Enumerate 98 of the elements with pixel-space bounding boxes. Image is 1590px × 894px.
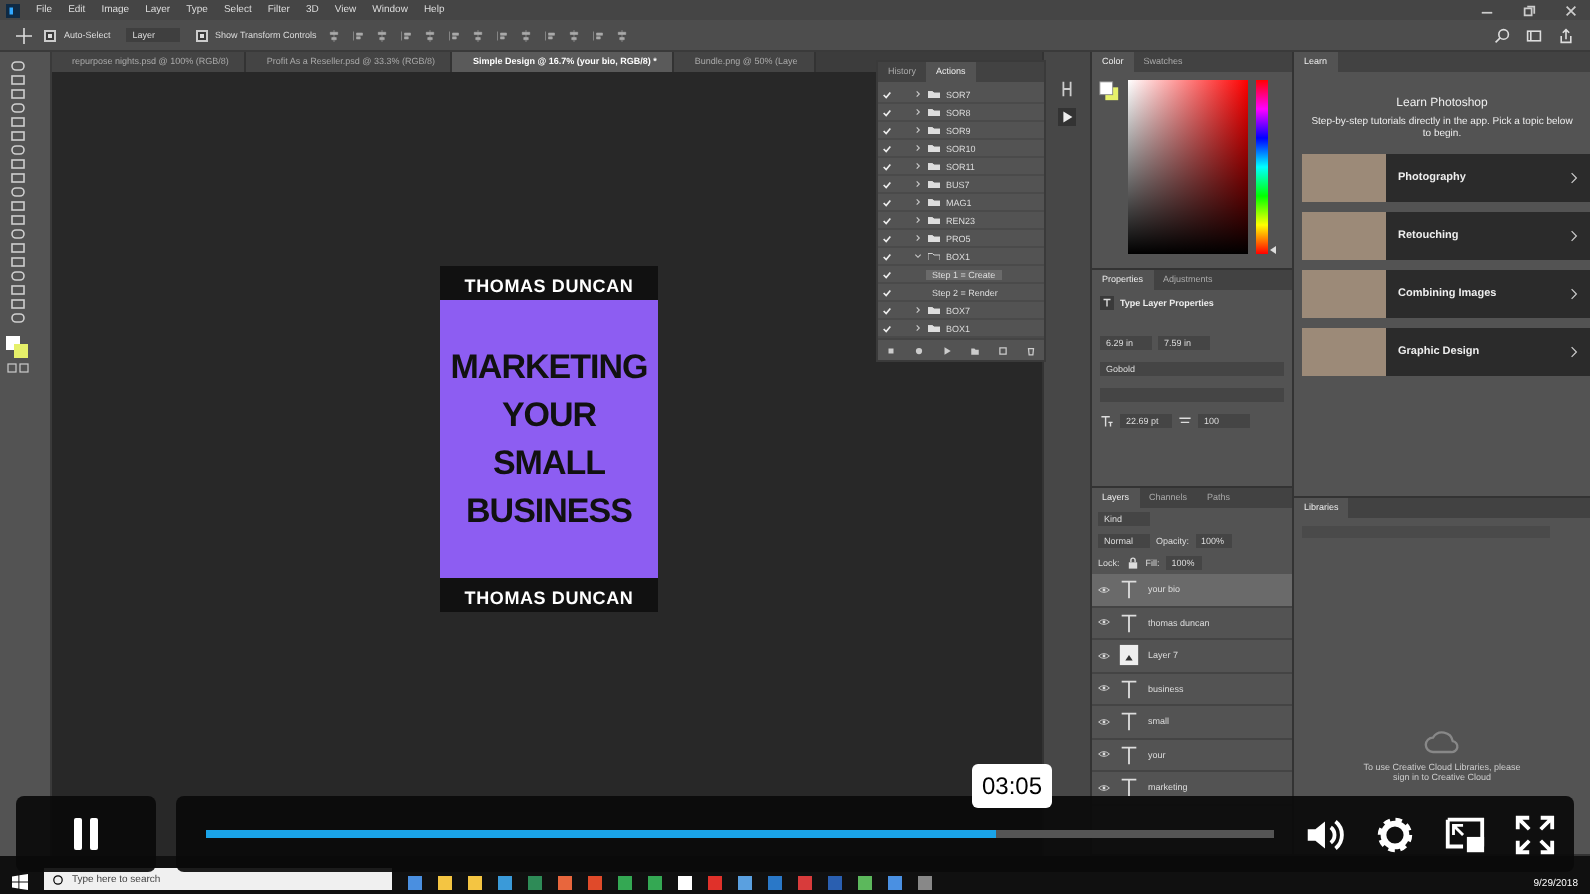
stop-icon[interactable] — [886, 345, 897, 355]
eye-icon[interactable] — [1098, 783, 1110, 792]
creative-cloud-icon — [1424, 730, 1460, 756]
poster-headline: BUSINESS — [466, 492, 632, 530]
workspace-icon[interactable] — [1526, 27, 1542, 43]
search-icon — [52, 873, 64, 885]
poster-headline: YOUR — [501, 396, 597, 434]
text-layer-icon — [1118, 611, 1140, 634]
search-icon[interactable] — [1494, 27, 1510, 43]
disclosure-icon[interactable] — [914, 306, 922, 314]
chevron-icon — [1570, 172, 1578, 184]
check-icon[interactable] — [882, 323, 892, 333]
share-icon[interactable] — [1558, 27, 1574, 43]
eye-icon[interactable] — [1098, 684, 1110, 693]
photo-placeholder — [1302, 270, 1386, 318]
align-icon[interactable] — [400, 29, 413, 41]
eye-icon[interactable] — [1098, 651, 1110, 660]
color-swatch-icon[interactable] — [1098, 80, 1120, 102]
align-icon[interactable] — [352, 29, 365, 41]
fullscreen-icon[interactable] — [1512, 811, 1559, 857]
checkbox[interactable] — [195, 29, 208, 41]
check-icon[interactable] — [882, 269, 892, 279]
eye-icon[interactable] — [1098, 717, 1110, 726]
chevron-icon — [1570, 346, 1578, 358]
disclosure-icon[interactable] — [914, 216, 922, 224]
move-tool-icon[interactable] — [16, 27, 32, 43]
align-icon[interactable] — [376, 29, 389, 41]
check-icon[interactable] — [882, 251, 892, 261]
check-icon[interactable] — [882, 143, 892, 153]
record-icon[interactable] — [914, 345, 925, 355]
tracking-icon — [1178, 414, 1192, 428]
check-icon[interactable] — [882, 233, 892, 243]
restore-icon[interactable] — [1522, 3, 1536, 17]
text-layer-icon — [1118, 578, 1140, 601]
eye-icon[interactable] — [1098, 585, 1110, 594]
play-icon[interactable] — [942, 345, 953, 355]
disclosure-icon[interactable] — [914, 162, 922, 170]
checkbox[interactable] — [44, 29, 56, 41]
check-icon[interactable] — [882, 215, 892, 225]
align-icon[interactable] — [424, 29, 437, 41]
align-icon[interactable] — [328, 29, 341, 41]
eye-icon[interactable] — [1098, 618, 1110, 627]
align-icon[interactable] — [472, 29, 485, 41]
disclosure-icon[interactable] — [914, 108, 922, 116]
text-layer-icon — [1118, 710, 1140, 733]
photo-placeholder — [1302, 154, 1386, 202]
check-icon[interactable] — [882, 305, 892, 315]
image-thumbnail-icon — [1118, 644, 1140, 667]
check-icon[interactable] — [882, 107, 892, 117]
disclosure-icon[interactable] — [914, 252, 922, 260]
align-icon[interactable] — [592, 29, 605, 41]
new-icon[interactable] — [997, 345, 1008, 355]
align-icon[interactable] — [568, 29, 581, 41]
disclosure-icon[interactable] — [914, 144, 922, 152]
windows-start-icon[interactable] — [12, 874, 28, 890]
check-icon[interactable] — [882, 197, 892, 207]
text-layer-icon — [1118, 743, 1140, 766]
poster-author: THOMAS DUNCAN — [464, 586, 634, 612]
align-icon[interactable] — [448, 29, 461, 41]
disclosure-icon[interactable] — [914, 90, 922, 98]
hue-slider-thumb[interactable] — [1270, 246, 1276, 255]
align-icon[interactable] — [616, 29, 629, 41]
eye-icon[interactable] — [1098, 750, 1110, 759]
photo-placeholder — [1302, 212, 1386, 260]
disclosure-icon[interactable] — [914, 126, 922, 134]
chevron-icon — [1570, 288, 1578, 300]
align-icon[interactable] — [496, 29, 509, 41]
align-icon[interactable] — [520, 29, 533, 41]
delete-icon[interactable] — [1025, 345, 1036, 355]
check-icon[interactable] — [882, 161, 892, 171]
time-tooltip: 03:05 — [972, 764, 1053, 808]
type-layer-icon — [1100, 296, 1114, 310]
disclosure-icon[interactable] — [914, 324, 922, 332]
progress-track[interactable] — [206, 830, 1275, 838]
font-size-icon — [1100, 414, 1114, 428]
disclosure-icon[interactable] — [914, 180, 922, 188]
disclosure-icon[interactable] — [914, 234, 922, 242]
poster-headline: SMALL — [492, 444, 606, 482]
color-field[interactable] — [1128, 80, 1248, 254]
close-icon[interactable] — [1564, 3, 1578, 17]
check-icon[interactable] — [882, 287, 892, 297]
pause-button[interactable] — [16, 796, 156, 872]
poster-author: THOMAS DUNCAN — [464, 274, 634, 300]
app-logo-icon — [6, 3, 20, 17]
toolbar-drawing[interactable] — [4, 56, 32, 376]
align-icon[interactable] — [544, 29, 557, 41]
check-icon[interactable] — [882, 125, 892, 135]
folder-icon[interactable] — [969, 345, 980, 355]
text-layer-icon — [1118, 776, 1140, 799]
check-icon[interactable] — [882, 89, 892, 99]
disclosure-icon[interactable] — [914, 198, 922, 206]
lock-icon[interactable] — [1125, 556, 1140, 570]
check-icon[interactable] — [882, 179, 892, 189]
text-layer-icon — [1118, 677, 1140, 700]
photo-placeholder — [1302, 328, 1386, 376]
chevron-icon — [1570, 230, 1578, 242]
play-icon[interactable] — [1058, 108, 1076, 126]
poster-headline: MARKETING — [450, 348, 648, 386]
